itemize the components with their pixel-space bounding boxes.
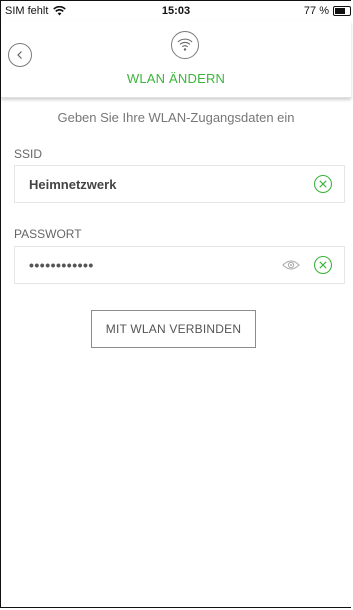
status-bar: SIM fehlt 15:03 77 % (1, 1, 351, 21)
connect-wlan-button[interactable]: MIT WLAN VERBINDEN (91, 310, 256, 348)
password-field[interactable]: •••••••••••• (14, 246, 345, 284)
app-screen: SIM fehlt 15:03 77 % WLAN ÄNDERN Geben S… (0, 0, 351, 608)
wifi-icon (177, 38, 193, 51)
battery-percent: 77 % (303, 5, 329, 17)
ssid-field[interactable]: Heimnetzwerk (14, 165, 345, 203)
battery-icon (333, 6, 351, 16)
password-value: •••••••••••• (29, 257, 94, 273)
chevron-left-icon (17, 51, 22, 59)
clear-circle-icon[interactable] (313, 174, 333, 194)
wifi-badge (171, 31, 199, 59)
ssid-value: Heimnetzwerk (29, 177, 117, 192)
back-button[interactable] (8, 43, 32, 67)
eye-icon[interactable] (282, 258, 300, 272)
status-right: 77 % (304, 5, 351, 17)
clear-circle-icon[interactable] (313, 255, 333, 275)
status-time: 15:03 (161, 5, 191, 17)
intro-text: Geben Sie Ihre WLAN-Zugangsdaten ein (57, 110, 295, 125)
navigation-header: WLAN ÄNDERN (1, 21, 351, 98)
password-label: PASSWORT (14, 227, 82, 241)
page-title: WLAN ÄNDERN (126, 71, 226, 86)
ssid-label: SSID (14, 147, 43, 161)
